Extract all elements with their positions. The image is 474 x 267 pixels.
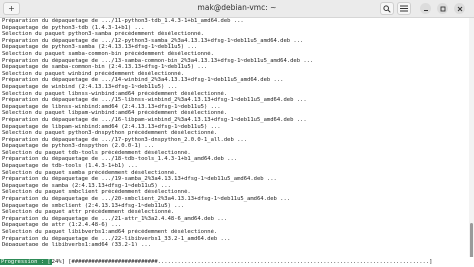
terminal-line: Sélection du paquet winbind précédemment…	[2, 70, 185, 77]
terminal-line: Préparation du dépaquetage de .../21-att…	[2, 215, 228, 222]
progress-label: Progression : [	[0, 259, 52, 265]
terminal-line: Dépaquetage de tdb-tools (1.4.3-1+b1) ..…	[2, 163, 138, 170]
terminal-line: Sélection du paquet attr précédemment dé…	[2, 209, 175, 216]
progress-percent: 24%	[51, 259, 62, 265]
terminal-line: Préparation du dépaquetage de .../11-pyt…	[2, 18, 244, 24]
terminal-line: Préparation du dépaquetage de .../16-lib…	[2, 116, 307, 123]
maximize-button[interactable]	[437, 3, 448, 14]
terminal-line: Sélection du paquet python3-samba précéd…	[2, 31, 204, 38]
terminal-line: Préparation du dépaquetage de .../14-win…	[2, 77, 284, 84]
terminal-line: Dépaquetage de python3-tdb (1.4.3-1+b1) …	[2, 24, 145, 31]
hamburger-icon	[400, 5, 408, 12]
terminal-line: Sélection du paquet tdb-tools précédemme…	[2, 149, 191, 156]
progress-line: Progression : [24%] [###################…	[0, 257, 474, 267]
terminal-line: Préparation du dépaquetage de .../12-pyt…	[2, 37, 304, 44]
terminal-line: Préparation du dépaquetage de .../17-pyt…	[2, 136, 248, 143]
terminal-line: Sélection du paquet python3-dnspython pr…	[2, 130, 218, 137]
terminal-line: Dépaquetage de libibverbs1:amd64 (33.2-1…	[2, 242, 152, 246]
terminal-line: Dépaquetage de samba-common-bin (2:4.13.…	[2, 64, 208, 71]
terminal-line: Dépaquetage de attr (1:2.4.48-6) ...	[2, 222, 122, 229]
progress-bar: ] [##########################...........…	[61, 259, 433, 265]
terminal-window: + mak@debian-vmc: ~ Préparation du dépaq…	[0, 0, 474, 267]
title-bar: + mak@debian-vmc: ~	[0, 0, 474, 18]
terminal-line: Dépaquetage de winbind (2:4.13.13+dfsg-1…	[2, 83, 178, 90]
close-button[interactable]	[454, 3, 465, 14]
search-button[interactable]	[380, 2, 394, 15]
minimize-button[interactable]	[420, 3, 431, 14]
terminal-line: Préparation du dépaquetage de .../22-lib…	[2, 235, 231, 242]
terminal-output[interactable]: Préparation du dépaquetage de .../11-pyt…	[0, 18, 470, 246]
terminal-line: Dépaquetage de python3-samba (2:4.13.13+…	[2, 44, 198, 51]
terminal-line: Dépaquetage de smbclient (2:4.13.13+dfsg…	[2, 202, 185, 209]
terminal-line: Dépaquetage de libpam-winbind:amd64 (2:4…	[2, 123, 221, 130]
terminal-line: Sélection du paquet samba-common-bin pré…	[2, 50, 214, 57]
terminal-line: Sélection du paquet libnss-winbind:amd64…	[2, 90, 228, 97]
scrollbar-thumb[interactable]	[470, 223, 473, 261]
maximize-icon	[440, 6, 445, 11]
minimize-icon	[423, 9, 428, 11]
close-icon	[457, 6, 462, 11]
terminal-line: Sélection du paquet smbclient précédemme…	[2, 189, 191, 196]
terminal-line: Préparation du dépaquetage de .../20-smb…	[2, 196, 291, 203]
terminal-line: Préparation du dépaquetage de .../18-tdb…	[2, 156, 238, 163]
terminal-line: Sélection du paquet samba précédemment d…	[2, 169, 178, 176]
terminal-line: Sélection du paquet libpam-winbind:amd64…	[2, 110, 228, 117]
terminal-line: Préparation du dépaquetage de .../13-sam…	[2, 57, 314, 64]
terminal-line: Dépaquetage de samba (2:4.13.13+dfsg-1~d…	[2, 182, 171, 189]
terminal-line: Préparation du dépaquetage de .../15-lib…	[2, 97, 307, 104]
terminal-line: Préparation du dépaquetage de .../19-sam…	[2, 176, 277, 183]
menu-button[interactable]	[397, 2, 411, 15]
terminal-line: Dépaquetage de python3-dnspython (2.0.0-…	[2, 143, 155, 150]
terminal-line: Dépaquetage de libnss-winbind:amd64 (2:4…	[2, 103, 221, 110]
search-icon	[383, 4, 391, 13]
terminal-line: Sélection du paquet libibverbs1:amd64 pr…	[2, 229, 218, 235]
scrollbar[interactable]	[469, 18, 474, 267]
